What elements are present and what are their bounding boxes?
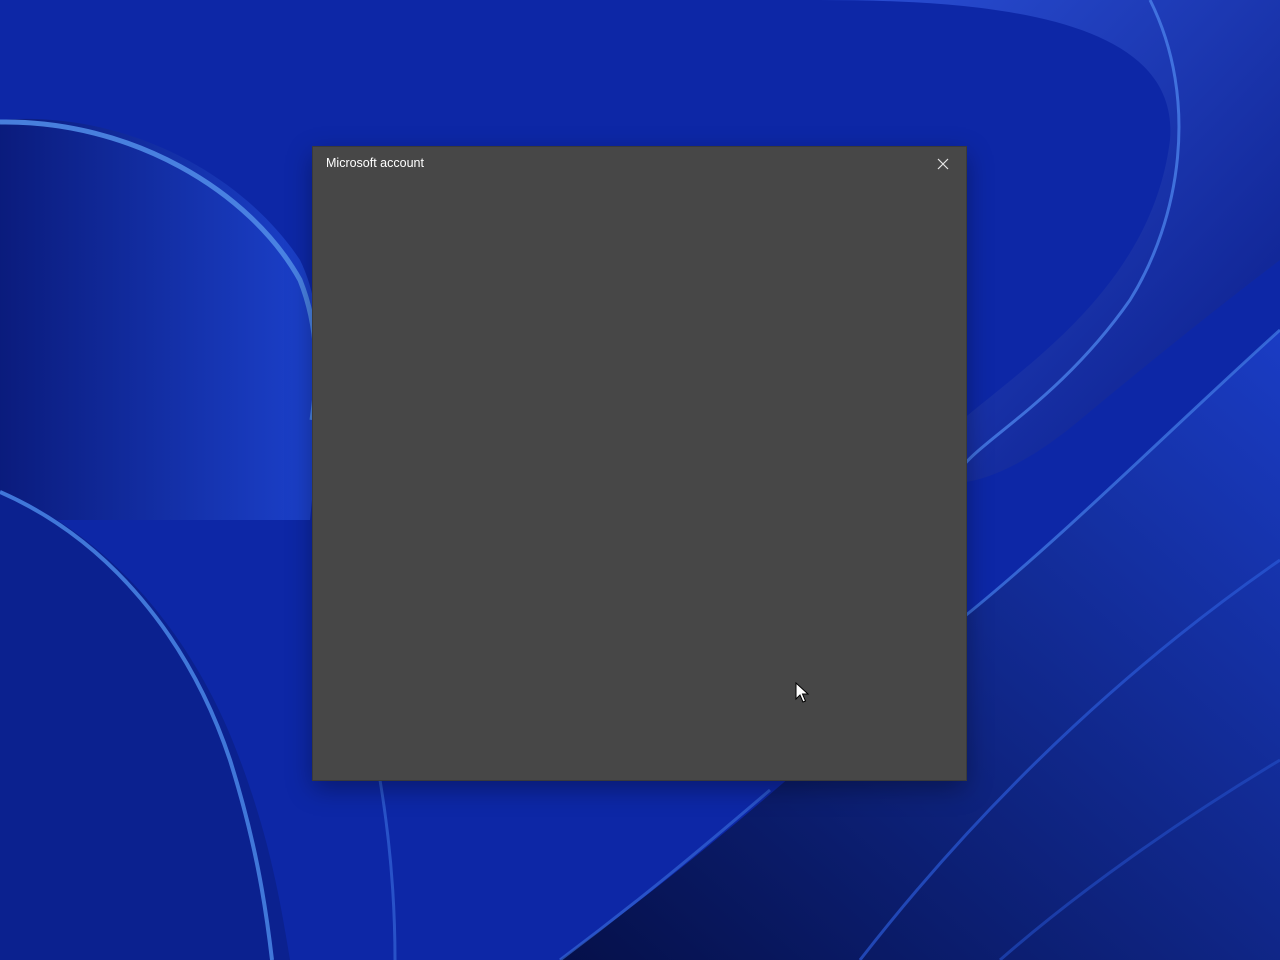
close-button[interactable] <box>925 148 961 180</box>
microsoft-account-dialog: Microsoft account <box>313 147 966 780</box>
desktop: Microsoft account <box>0 0 1280 960</box>
dialog-title: Microsoft account <box>326 156 424 170</box>
dialog-content-area <box>313 181 966 780</box>
close-icon <box>937 158 949 170</box>
arrow-cursor-icon <box>795 682 809 703</box>
dialog-titlebar[interactable]: Microsoft account <box>313 147 966 181</box>
